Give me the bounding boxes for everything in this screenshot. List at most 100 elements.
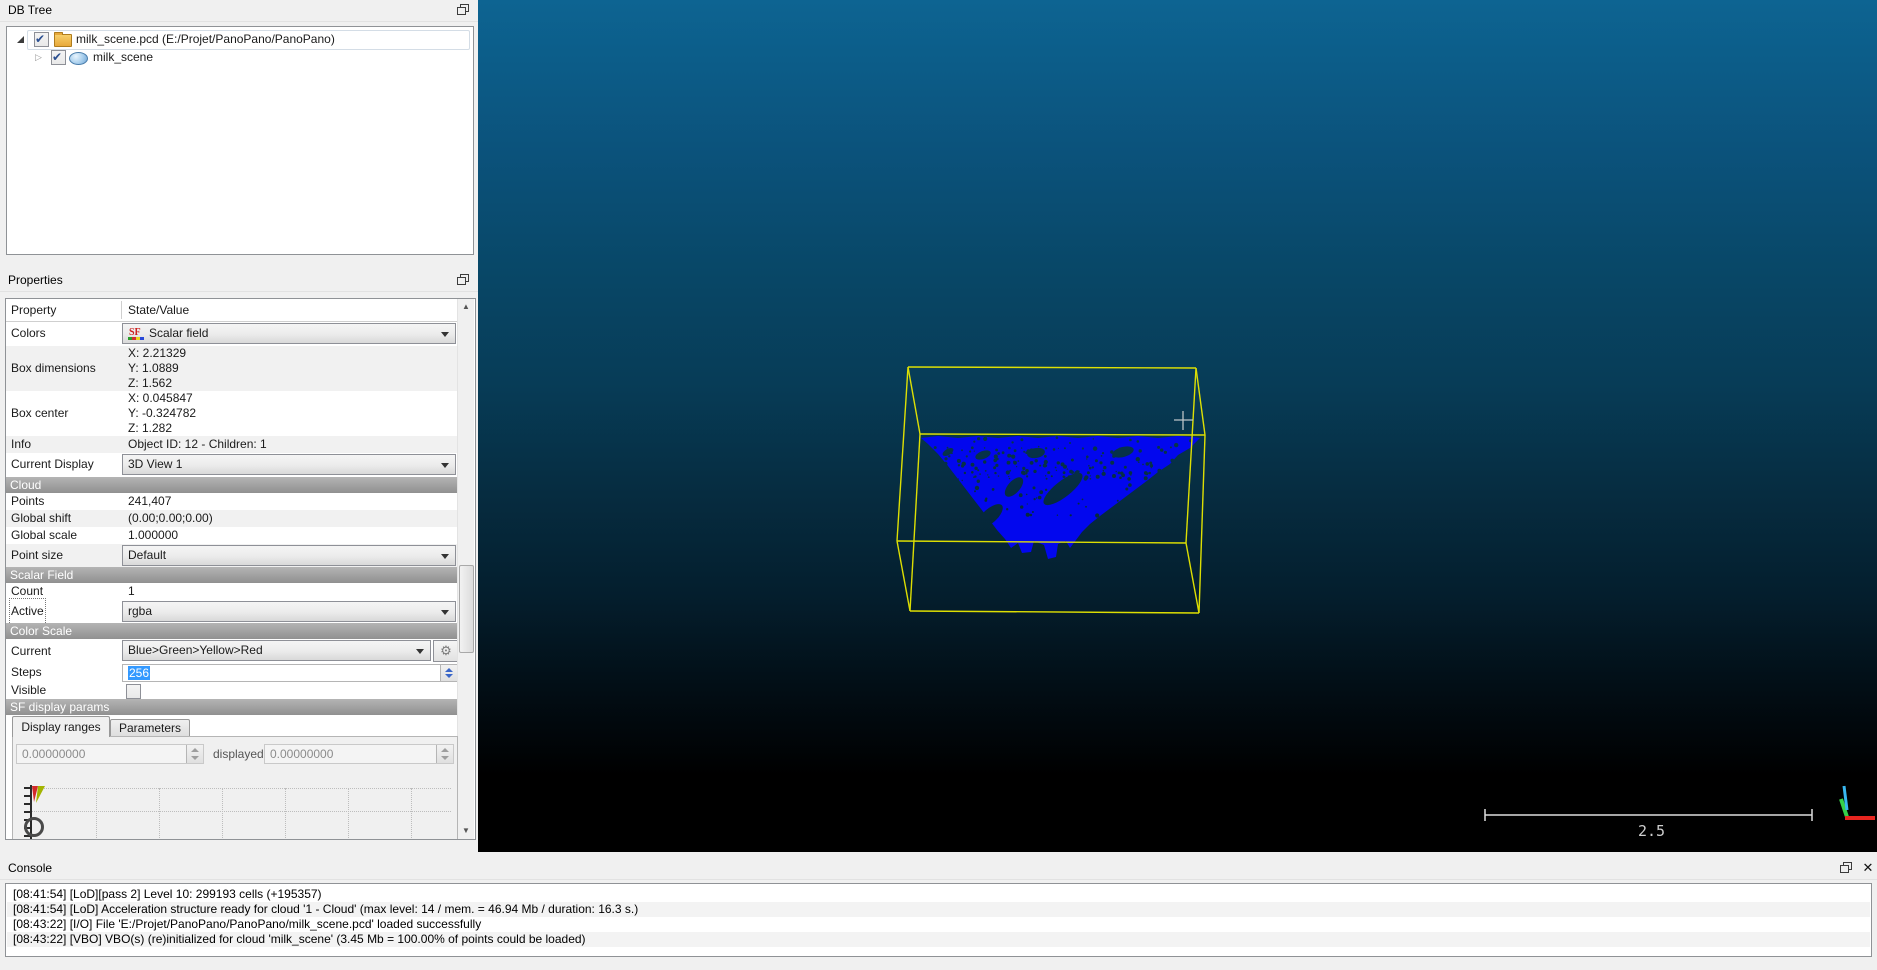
float-panel-icon[interactable] (457, 4, 469, 15)
axis-indicator-icon (1839, 785, 1875, 820)
gridline (285, 788, 286, 838)
steps-value: 256 (128, 666, 151, 680)
dropdown-value: Blue>Green>Yellow>Red (128, 643, 263, 657)
tree-item-label[interactable]: milk_scene.pcd (E:/Projet/PanoPano/PanoP… (76, 30, 335, 48)
histogram-circle-marker[interactable] (24, 817, 44, 837)
point-cloud-icon (69, 52, 88, 65)
console-line: [08:43:22] [VBO] VBO(s) (re)initialized … (7, 932, 1870, 947)
histogram-slider-marker[interactable] (32, 786, 46, 804)
console-line: [08:41:54] [LoD][pass 2] Level 10: 29919… (13, 887, 322, 901)
column-header[interactable]: State/Value (128, 299, 189, 321)
dropdown-value: rgba (128, 604, 153, 618)
table-row: Visible (6, 682, 457, 699)
point-cloud (921, 436, 1200, 559)
scale-bar-label: 2.5 (1638, 822, 1665, 840)
divider (0, 291, 478, 292)
expanded-arrow-icon[interactable] (17, 36, 24, 43)
table-row: Box dimensions X: 2.21329 Y: 1.0889 Z: 1… (6, 346, 457, 391)
float-panel-icon[interactable] (457, 274, 469, 285)
console-line: [08:41:54] [LoD] Acceleration structure … (7, 902, 1870, 917)
scroll-up-arrow[interactable]: ▲ (458, 299, 474, 315)
property-label: Global scale (11, 528, 78, 542)
tree-item-file[interactable]: milk_scene.pcd (E:/Projet/PanoPano/PanoP… (7, 30, 473, 50)
table-row: Points 241,407 (6, 493, 457, 510)
divider (0, 879, 1877, 880)
table-row: Info Object ID: 12 - Children: 1 (6, 436, 457, 453)
console-line: [08:43:22] [I/O] File 'E:/Projet/PanoPan… (13, 917, 482, 931)
table-header-row: Property State/Value (6, 299, 457, 322)
section-header-scalar-field: Scalar Field (6, 567, 461, 583)
collapsed-arrow-icon[interactable]: ▷ (35, 48, 42, 66)
property-value: (0.00;0.00;0.00) (128, 511, 213, 525)
console-log[interactable]: [08:41:54] [LoD][pass 2] Level 10: 29919… (5, 883, 1872, 957)
gridline (31, 811, 451, 812)
property-value: 1.000000 (128, 528, 179, 542)
column-header[interactable]: Property (11, 299, 56, 321)
property-value: Object ID: 12 - Children: 1 (128, 437, 267, 451)
property-label: Box dimensions (11, 361, 96, 375)
gridline (159, 788, 160, 838)
3d-viewport[interactable]: 2.5 (478, 0, 1877, 852)
chevron-down-icon (441, 332, 449, 337)
tab-parameters[interactable]: Parameters (110, 719, 190, 737)
section-header-color-scale: Color Scale (6, 623, 461, 639)
column-separator (121, 301, 122, 319)
colors-dropdown[interactable]: SF Scalar field (122, 323, 456, 344)
spinner-arrows[interactable] (440, 665, 457, 681)
gear-icon[interactable]: ⚙ (433, 640, 459, 662)
visibility-checkbox[interactable] (51, 48, 66, 66)
table-row: Global shift (0.00;0.00;0.00) (6, 510, 457, 527)
tab-display-ranges[interactable]: Display ranges (12, 716, 110, 737)
property-value: 241,407 (128, 494, 172, 508)
property-label: Current (11, 644, 52, 658)
scalar-field-icon: SF (128, 326, 145, 340)
property-value: X: 0.045847 (128, 391, 193, 405)
property-label: Global shift (11, 511, 72, 525)
scroll-down-arrow[interactable]: ▼ (458, 823, 474, 839)
property-value: Z: 1.562 (128, 376, 173, 390)
property-label: Colors (11, 326, 46, 340)
float-panel-icon[interactable] (1840, 862, 1852, 873)
point-size-dropdown[interactable]: Default (122, 545, 456, 566)
section-header-cloud: Cloud (6, 477, 461, 493)
gridline (411, 788, 412, 838)
tree-item-cloud[interactable]: ▷ milk_scene (7, 48, 473, 66)
dropdown-value: Scalar field (149, 326, 209, 340)
color-scale-dropdown[interactable]: Blue>Green>Yellow>Red (122, 640, 431, 661)
crosshair-cursor (1174, 411, 1193, 430)
divider (0, 21, 478, 22)
properties-scrollbar[interactable]: ▲ ▼ (457, 299, 474, 839)
scale-bar (1484, 809, 1813, 821)
table-row: Box center X: 0.045847 Y: -0.324782 Z: 1… (6, 391, 457, 436)
table-row: Global scale 1.000000 (6, 527, 457, 544)
spinner-arrows (186, 745, 203, 763)
property-label: Point size (11, 548, 64, 562)
db-tree: milk_scene.pcd (E:/Projet/PanoPano/PanoP… (6, 26, 474, 255)
current-display-dropdown[interactable]: 3D View 1 (122, 454, 456, 475)
property-value: Y: 1.0889 (128, 361, 179, 375)
property-label: Steps (11, 665, 42, 679)
property-label: Current Display (11, 457, 94, 471)
gridline (96, 788, 97, 838)
range-min-spinbox[interactable]: 0.00000000 (16, 744, 204, 764)
property-label: Info (11, 437, 32, 451)
properties-panel-title: Properties (8, 273, 63, 287)
property-label: Count (11, 584, 44, 598)
close-icon[interactable]: ✕ (1861, 861, 1875, 875)
visible-checkbox[interactable] (126, 684, 141, 699)
property-label: Active (9, 598, 46, 625)
steps-spinbox[interactable]: 256 (122, 664, 458, 682)
property-label: Box center (11, 406, 69, 420)
displayed-label: displayed (213, 747, 264, 761)
dropdown-value: 3D View 1 (128, 457, 183, 471)
scrollbar-thumb[interactable] (459, 565, 474, 653)
visibility-checkbox[interactable] (34, 30, 49, 48)
gridline (348, 788, 349, 838)
property-label: Visible (11, 683, 47, 697)
tree-item-label[interactable]: milk_scene (93, 48, 153, 66)
active-scalar-field-dropdown[interactable]: rgba (122, 601, 456, 622)
range-max-spinbox[interactable]: 0.00000000 (264, 744, 454, 764)
db-tree-panel-title: DB Tree (8, 3, 53, 17)
section-header-sf-display: SF display params (6, 699, 461, 715)
property-value: Y: -0.324782 (128, 406, 197, 420)
